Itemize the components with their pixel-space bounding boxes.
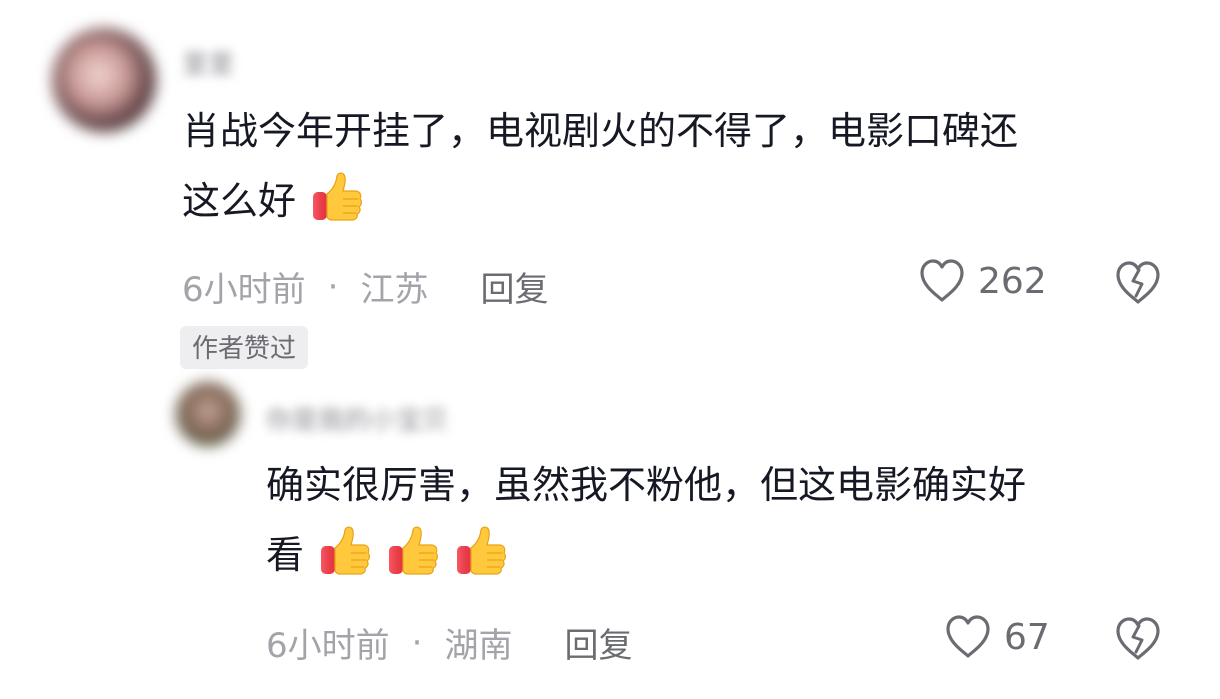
comment-location: 江苏: [360, 270, 429, 310]
broken-heart-icon: [1116, 261, 1160, 304]
username[interactable]: 你是我的小宝贝: [266, 400, 448, 437]
reply-button[interactable]: 回复: [480, 262, 548, 311]
thumbs-up-icon: [386, 524, 440, 578]
comment-text-line: 确实很厉害，虽然我不粉他，但这电影确实好: [266, 463, 1027, 507]
thumbs-up-icon: [318, 524, 372, 578]
comment-time: 6小时前: [266, 626, 390, 666]
like-count: 262: [978, 260, 1047, 302]
reply-button[interactable]: 回复: [564, 618, 632, 667]
like-button[interactable]: 67: [944, 614, 1050, 660]
thumbs-up-icon: [310, 170, 364, 224]
username[interactable]: 里里: [182, 44, 234, 81]
comment-meta: 6小时前 · 湖南 回复: [266, 618, 632, 667]
author-liked-badge: 作者赞过: [180, 326, 309, 369]
heart-icon: [920, 259, 964, 302]
comment-time: 6小时前: [182, 270, 306, 310]
heart-icon: [946, 615, 990, 658]
like-button[interactable]: 262: [918, 258, 1047, 304]
comment-text: 确实很厉害，虽然我不粉他，但这电影确实好 看: [266, 450, 1166, 590]
comment-meta: 6小时前 · 江苏 回复: [182, 262, 548, 311]
dislike-button[interactable]: [1114, 260, 1162, 310]
meta-separator: ·: [327, 266, 339, 307]
avatar[interactable]: [52, 28, 156, 132]
comment-text-segment: 这么好: [182, 179, 297, 223]
comment-text-line: 这么好: [182, 166, 1172, 236]
meta-separator: ·: [411, 622, 423, 663]
dislike-button[interactable]: [1114, 616, 1162, 666]
avatar[interactable]: [176, 382, 240, 446]
broken-heart-icon: [1116, 617, 1160, 660]
comment-text-line: 肖战今年开挂了，电视剧火的不得了，电影口碑还: [182, 109, 1019, 153]
like-count: 67: [1004, 616, 1050, 658]
thumbs-up-icon: [454, 524, 508, 578]
comment-text: 肖战今年开挂了，电视剧火的不得了，电影口碑还 这么好: [182, 96, 1172, 236]
comment-text-line: 看: [266, 520, 1166, 590]
comment-location: 湖南: [444, 626, 513, 666]
comment-text-segment: 看: [266, 533, 305, 577]
